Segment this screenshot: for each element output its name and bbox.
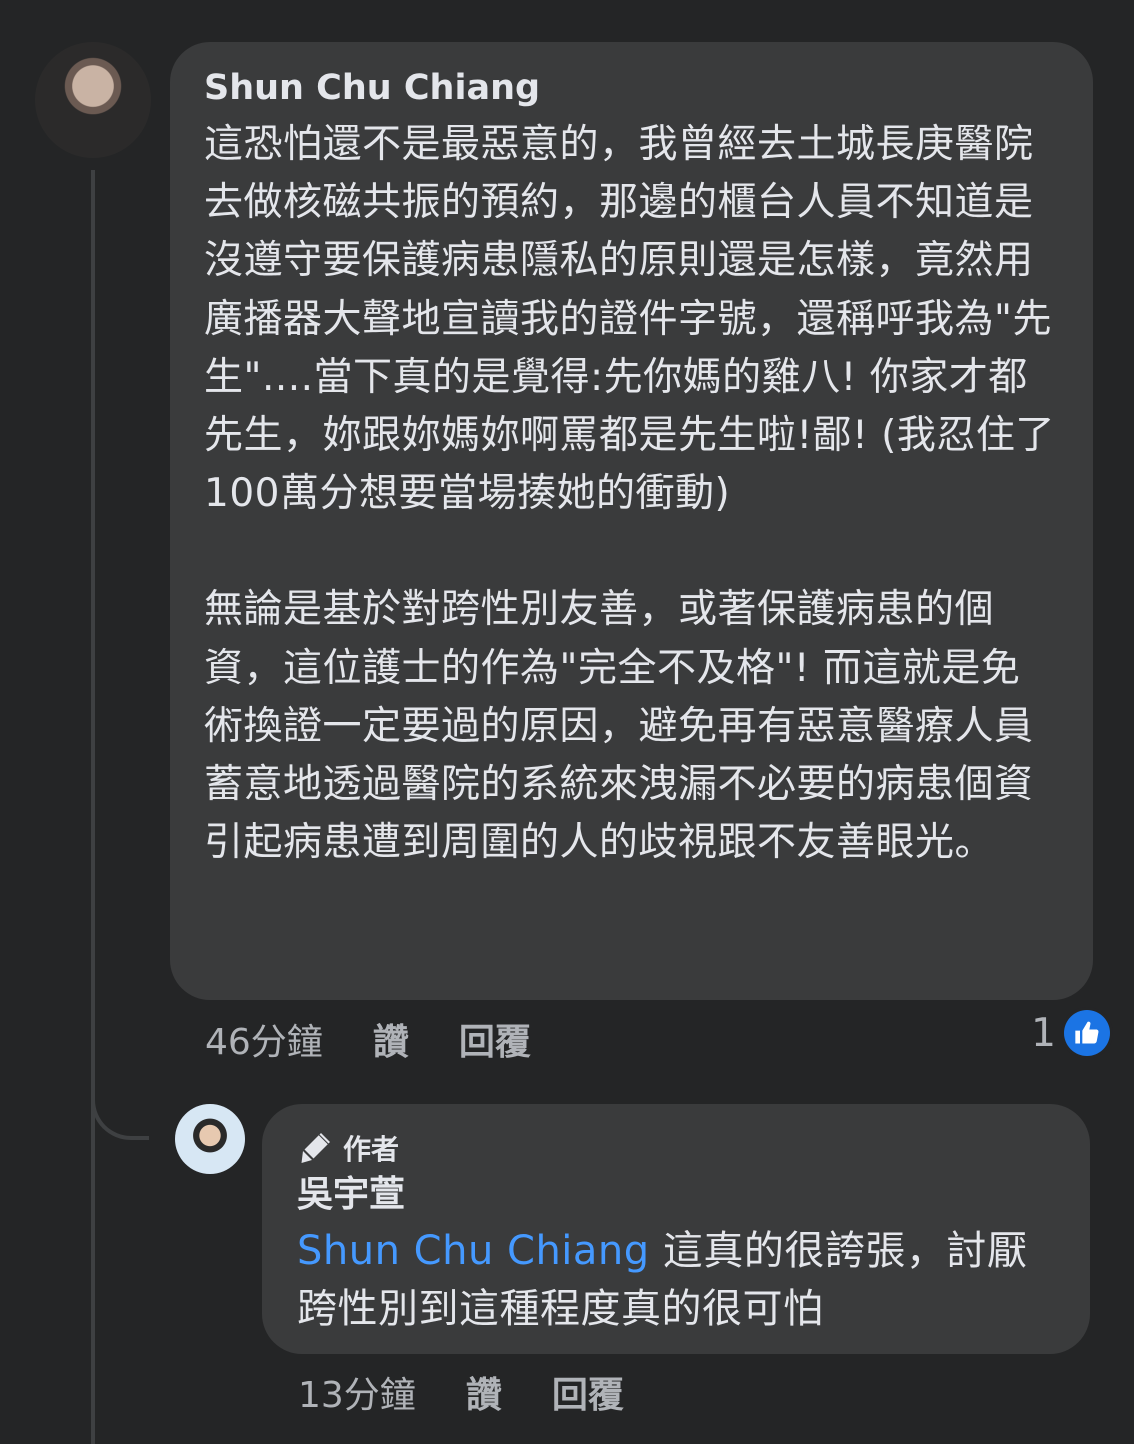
- comment-paragraph: 無論是基於對跨性別友善，或著保護病患的個資，這位護士的作為"完全不及格"! 而這…: [204, 587, 1034, 866]
- reply-like-button[interactable]: 讚: [466, 1366, 502, 1418]
- reply-body: Shun Chu Chiang 這真的很誇張，討厭跨性別到這種程度真的很可怕: [297, 1222, 1056, 1338]
- reaction-count: 1: [1031, 1010, 1056, 1056]
- reply-timestamp[interactable]: 13分鐘: [298, 1366, 416, 1418]
- reply-button[interactable]: 回覆: [459, 1013, 531, 1065]
- comment-body: 這恐怕還不是最惡意的，我曾經去土城長庚醫院去做核磁共振的預約，那邊的櫃台人員不知…: [204, 116, 1059, 872]
- comment-author-name[interactable]: Shun Chu Chiang: [204, 68, 1059, 108]
- reply-author-name[interactable]: 吳宇萱: [297, 1172, 1056, 1218]
- reply-reply-button[interactable]: 回覆: [552, 1366, 624, 1418]
- mention-link[interactable]: Shun Chu Chiang: [297, 1228, 650, 1274]
- reply-bubble: 作者 吳宇萱 Shun Chu Chiang 這真的很誇張，討厭跨性別到這種程度…: [262, 1104, 1090, 1354]
- thumbs-up-icon: [1064, 1010, 1110, 1056]
- author-badge: 作者: [297, 1128, 1056, 1168]
- comment-paragraph: 這恐怕還不是最惡意的，我曾經去土城長庚醫院去做核磁共振的預約，那邊的櫃台人員不知…: [204, 122, 1055, 517]
- author-badge-label: 作者: [343, 1133, 400, 1166]
- thread-line: [91, 170, 95, 1444]
- pen-icon: [301, 1133, 330, 1163]
- comment-actions: 46分鐘 讚 回覆: [205, 1015, 531, 1063]
- like-button[interactable]: 讚: [373, 1013, 409, 1065]
- comment-timestamp[interactable]: 46分鐘: [205, 1013, 323, 1065]
- reply-avatar[interactable]: [175, 1104, 245, 1174]
- thread-connector: [91, 1088, 149, 1140]
- avatar[interactable]: [35, 42, 151, 158]
- reply-actions: 13分鐘 讚 回覆: [298, 1368, 624, 1416]
- comment-bubble: Shun Chu Chiang 這恐怕還不是最惡意的，我曾經去土城長庚醫院去做核…: [170, 42, 1093, 1000]
- reaction-summary[interactable]: 1: [1031, 1010, 1110, 1056]
